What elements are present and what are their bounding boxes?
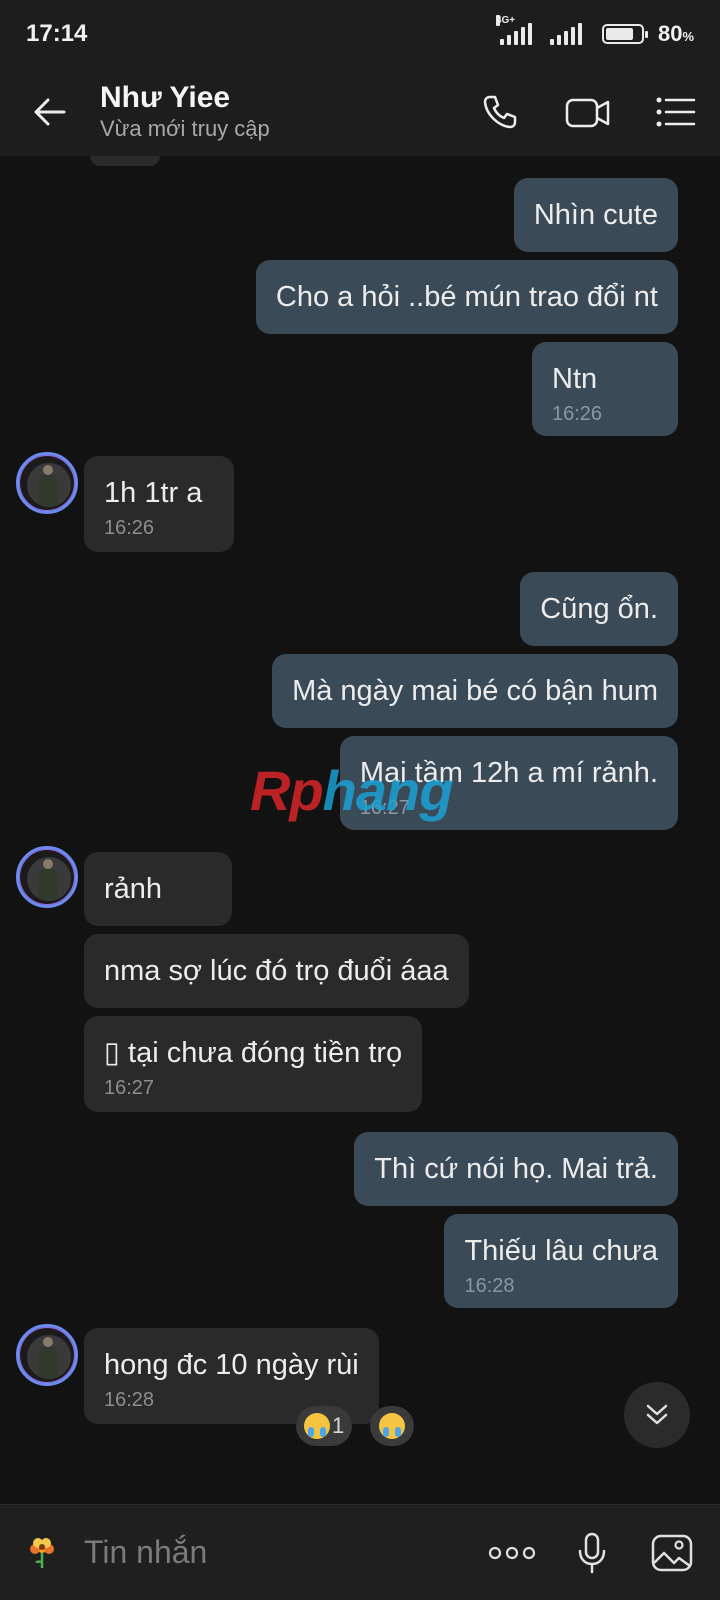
message-bubble-outgoing[interactable]: Nhìn cute [513, 178, 678, 252]
message-list[interactable]: Nhìn cute Cho a hỏi ..bé mún trao đổi nt… [0, 156, 720, 1504]
message-time: 16:26 [104, 517, 155, 539]
more-icon [488, 1546, 536, 1559]
crying-face-emoji-icon [379, 1413, 406, 1439]
image-icon [651, 1534, 693, 1571]
message-text: Mai tầm 12h a mí rảnh. [359, 757, 658, 789]
contact-status: Vừa mới truy cập [100, 116, 270, 141]
status-time: 17:14 [26, 20, 88, 47]
message-bubble-incoming[interactable]: rảnh [84, 852, 232, 926]
sticker-icon [30, 1537, 54, 1568]
cellular-signal-icon: 4G+ [495, 15, 532, 45]
message-bubble-incoming[interactable]: ▯ tại chưa đóng tiền trọ 16:27 [84, 1016, 423, 1112]
reaction-count: 1 [332, 1413, 345, 1438]
battery-icon [601, 24, 648, 44]
back-arrow-icon [34, 98, 66, 126]
message-text: Ntn [552, 363, 598, 395]
status-icons: 4G+ 80% [495, 15, 694, 47]
video-call-button[interactable] [544, 68, 632, 156]
battery-percent: 80% [657, 21, 694, 46]
message-bubble-outgoing[interactable]: Thì cứ nói họ. Mai trả. [354, 1132, 678, 1206]
message-time: 16:26 [552, 403, 603, 425]
network-type-label: 4G+ [495, 15, 516, 26]
send-image-button[interactable] [632, 1505, 712, 1600]
microphone-icon [578, 1532, 606, 1573]
message-time: 16:27 [104, 1077, 155, 1099]
contact-avatar[interactable] [16, 846, 78, 908]
message-time: 16:28 [464, 1275, 515, 1297]
contact-info[interactable]: Như Yiee Vừa mới truy cập [100, 81, 270, 143]
message-bubble-outgoing[interactable]: Ntn 16:26 [532, 342, 678, 436]
battery-fill [605, 28, 634, 40]
crying-face-emoji-icon [304, 1413, 330, 1439]
message-text: ▯ tại chưa đóng tiền trọ [104, 1037, 403, 1069]
message-bubble-outgoing[interactable]: Thiếu lâu chưa 16:28 [444, 1214, 678, 1308]
add-reaction-button[interactable] [370, 1406, 415, 1446]
partial-message-bubble [90, 156, 160, 166]
phone-icon [483, 95, 517, 129]
chat-header: Như Yiee Vừa mới truy cập [0, 68, 720, 156]
message-text: 1h 1tr a [104, 477, 203, 509]
message-reactions: 1 [296, 1406, 415, 1446]
chat-menu-button[interactable] [632, 68, 720, 156]
scroll-to-bottom-button[interactable] [624, 1382, 690, 1448]
message-bubble-outgoing[interactable]: Cho a hỏi ..bé mún trao đổi nt [255, 260, 678, 334]
message-composer [0, 1504, 720, 1600]
message-text: Thiếu lâu chưa [464, 1235, 658, 1267]
message-bubble-incoming[interactable]: 1h 1tr a 16:26 [84, 456, 234, 552]
back-button[interactable] [0, 68, 100, 156]
menu-list-icon [656, 97, 696, 127]
voice-call-button[interactable] [456, 68, 544, 156]
double-chevron-down-icon [646, 1404, 668, 1425]
message-text: rảnh [104, 873, 163, 905]
message-time: 16:27 [359, 797, 410, 819]
voice-message-button[interactable] [552, 1505, 632, 1600]
sticker-button[interactable] [0, 1505, 84, 1600]
message-input[interactable] [84, 1522, 464, 1583]
reaction-chip[interactable]: 1 [296, 1406, 353, 1446]
contact-avatar[interactable] [16, 1324, 78, 1386]
message-text: Thì cứ nói họ. Mai trả. [374, 1153, 658, 1185]
message-bubble-outgoing[interactable]: Mai tầm 12h a mí rảnh. 16:27 [339, 736, 678, 830]
message-text: Nhìn cute [533, 199, 658, 231]
contact-avatar[interactable] [16, 452, 78, 514]
message-text: Cho a hỏi ..bé mún trao đổi nt [275, 281, 658, 313]
cellular-signal-2-icon [549, 23, 582, 45]
message-text: Mà ngày mai bé có bận hum [292, 675, 658, 707]
header-actions [456, 68, 720, 156]
message-text: hong đc 10 ngày rùi [104, 1349, 359, 1381]
status-bar: 17:14 4G+ 80% [0, 0, 720, 68]
video-call-icon [565, 98, 610, 128]
message-bubble-outgoing[interactable]: Cũng ổn. [520, 572, 678, 646]
message-text: Cũng ổn. [540, 593, 658, 625]
message-text: nma sợ lúc đó trọ đuổi áaa [104, 955, 449, 987]
message-bubble-outgoing[interactable]: Mà ngày mai bé có bận hum [272, 654, 678, 728]
message-bubble-incoming[interactable]: nma sợ lúc đó trọ đuổi áaa [84, 934, 469, 1008]
contact-name: Như Yiee [100, 81, 231, 114]
more-options-button[interactable] [472, 1505, 552, 1600]
